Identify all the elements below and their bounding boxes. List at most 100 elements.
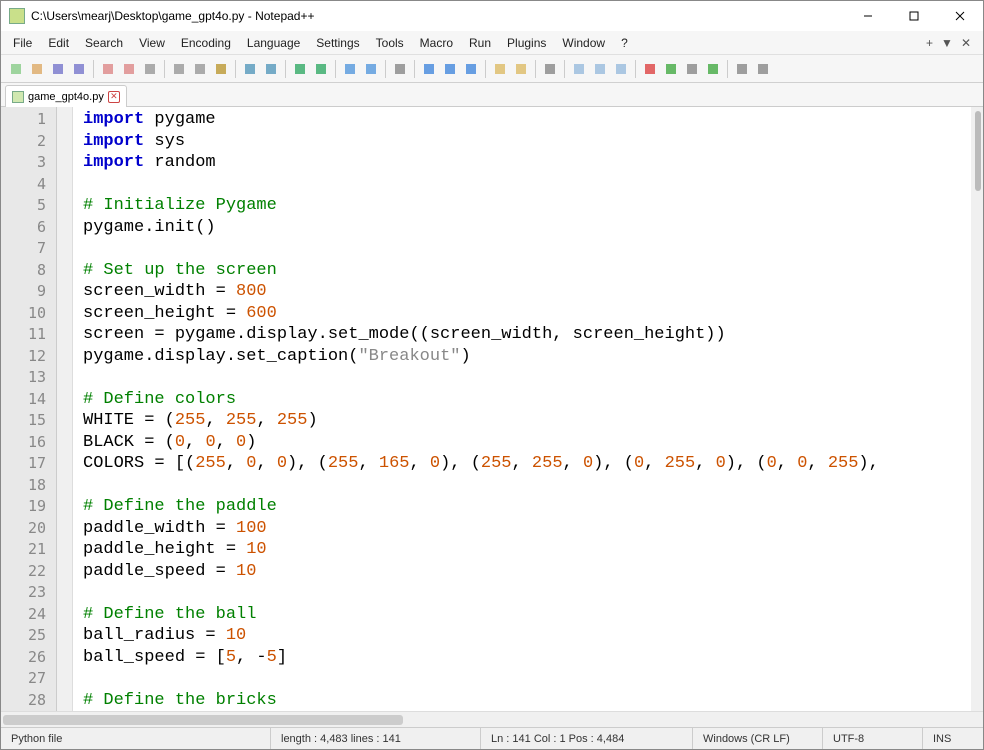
menu-tools[interactable]: Tools bbox=[368, 32, 412, 54]
line-number: 20 bbox=[1, 518, 56, 540]
toolbar-cut-icon[interactable] bbox=[170, 60, 188, 78]
code-line[interactable]: WHITE = (255, 255, 255) bbox=[83, 410, 983, 432]
code-line[interactable]: paddle_height = 10 bbox=[83, 539, 983, 561]
code-area[interactable]: import pygameimport sysimport random # I… bbox=[73, 107, 983, 711]
toolbar-func1-icon[interactable] bbox=[570, 60, 588, 78]
toolbar-x1-icon[interactable] bbox=[733, 60, 751, 78]
menu-macro[interactable]: Macro bbox=[412, 32, 461, 54]
code-line[interactable]: # Define colors bbox=[83, 389, 983, 411]
code-line[interactable]: screen_width = 800 bbox=[83, 281, 983, 303]
toolbar-zoomin-icon[interactable] bbox=[341, 60, 359, 78]
menu-encoding[interactable]: Encoding bbox=[173, 32, 239, 54]
small-close-icon[interactable]: ✕ bbox=[961, 36, 971, 50]
code-line[interactable]: paddle_width = 100 bbox=[83, 518, 983, 540]
vertical-scrollbar[interactable] bbox=[971, 107, 983, 711]
toolbar-print-icon[interactable] bbox=[141, 60, 159, 78]
vertical-scrollbar-thumb[interactable] bbox=[975, 111, 981, 191]
menu-plugins[interactable]: Plugins bbox=[499, 32, 554, 54]
line-number: 4 bbox=[1, 174, 56, 196]
menu-language[interactable]: Language bbox=[239, 32, 308, 54]
code-line[interactable]: import pygame bbox=[83, 109, 983, 131]
toolbar-separator bbox=[164, 60, 165, 78]
toolbar-showchars-icon[interactable] bbox=[541, 60, 559, 78]
menu-file[interactable]: File bbox=[5, 32, 40, 54]
toolbar-stop-icon[interactable] bbox=[683, 60, 701, 78]
menu-window[interactable]: Window bbox=[554, 32, 613, 54]
toolbar-undo-icon[interactable] bbox=[241, 60, 259, 78]
code-line[interactable] bbox=[83, 367, 983, 389]
toolbar-separator bbox=[485, 60, 486, 78]
code-line[interactable]: import random bbox=[83, 152, 983, 174]
file-tab[interactable]: game_gpt4o.py ✕ bbox=[5, 85, 127, 107]
toolbar-redo-icon[interactable] bbox=[262, 60, 280, 78]
toolbar-paste-icon[interactable] bbox=[212, 60, 230, 78]
toolbar-separator bbox=[93, 60, 94, 78]
toolbar-func3-icon[interactable] bbox=[612, 60, 630, 78]
code-line[interactable]: paddle_speed = 10 bbox=[83, 561, 983, 583]
toolbar-unfoldall-icon[interactable] bbox=[512, 60, 530, 78]
tab-close-icon[interactable]: ✕ bbox=[108, 91, 120, 103]
menu-run[interactable]: Run bbox=[461, 32, 499, 54]
toolbar-foldall-icon[interactable] bbox=[491, 60, 509, 78]
toolbar-closeall-icon[interactable] bbox=[120, 60, 138, 78]
new-doc-plus-icon[interactable]: + bbox=[926, 36, 933, 50]
toolbar-close-icon[interactable] bbox=[99, 60, 117, 78]
line-number: 22 bbox=[1, 561, 56, 583]
dropdown-triangle-icon[interactable]: ▼ bbox=[941, 36, 953, 50]
line-number: 28 bbox=[1, 690, 56, 712]
toolbar-play-icon[interactable] bbox=[662, 60, 680, 78]
menu-view[interactable]: View bbox=[131, 32, 173, 54]
menu-help[interactable]: ? bbox=[613, 32, 636, 54]
toolbar-copy-icon[interactable] bbox=[191, 60, 209, 78]
close-button[interactable] bbox=[937, 1, 983, 31]
toolbar-func2-icon[interactable] bbox=[591, 60, 609, 78]
toolbar-allchars-icon[interactable] bbox=[441, 60, 459, 78]
code-line[interactable] bbox=[83, 174, 983, 196]
code-line[interactable]: # Initialize Pygame bbox=[83, 195, 983, 217]
code-line[interactable]: pygame.display.set_caption("Breakout") bbox=[83, 346, 983, 368]
code-line[interactable]: screen = pygame.display.set_mode((screen… bbox=[83, 324, 983, 346]
code-line[interactable]: # Define the paddle bbox=[83, 496, 983, 518]
code-line[interactable]: # Define the bricks bbox=[83, 690, 983, 712]
line-number: 1 bbox=[1, 109, 56, 131]
toolbar-rec-icon[interactable] bbox=[641, 60, 659, 78]
toolbar-sync-icon[interactable] bbox=[391, 60, 409, 78]
toolbar-find-icon[interactable] bbox=[291, 60, 309, 78]
code-line[interactable]: import sys bbox=[83, 131, 983, 153]
menu-settings[interactable]: Settings bbox=[308, 32, 367, 54]
code-line[interactable]: pygame.init() bbox=[83, 217, 983, 239]
toolbar-x2-icon[interactable] bbox=[754, 60, 772, 78]
code-line[interactable]: COLORS = [(255, 0, 0), (255, 165, 0), (2… bbox=[83, 453, 983, 475]
maximize-button[interactable] bbox=[891, 1, 937, 31]
horizontal-scrollbar-thumb[interactable] bbox=[3, 715, 403, 725]
code-line[interactable]: # Set up the screen bbox=[83, 260, 983, 282]
fold-margin[interactable] bbox=[57, 107, 73, 711]
minimize-button[interactable] bbox=[845, 1, 891, 31]
toolbar-replace-icon[interactable] bbox=[312, 60, 330, 78]
toolbar-playrec-icon[interactable] bbox=[704, 60, 722, 78]
code-line[interactable] bbox=[83, 475, 983, 497]
line-number: 8 bbox=[1, 260, 56, 282]
code-line[interactable] bbox=[83, 668, 983, 690]
menu-search[interactable]: Search bbox=[77, 32, 131, 54]
menu-edit[interactable]: Edit bbox=[40, 32, 77, 54]
code-line[interactable]: ball_radius = 10 bbox=[83, 625, 983, 647]
code-line[interactable]: BLACK = (0, 0, 0) bbox=[83, 432, 983, 454]
status-encoding: UTF-8 bbox=[823, 728, 923, 749]
code-line[interactable]: screen_height = 600 bbox=[83, 303, 983, 325]
toolbar-separator bbox=[235, 60, 236, 78]
toolbar-indent-icon[interactable] bbox=[462, 60, 480, 78]
toolbar-save-icon[interactable] bbox=[49, 60, 67, 78]
toolbar-open-icon[interactable] bbox=[28, 60, 46, 78]
status-filetype: Python file bbox=[1, 728, 271, 749]
code-line[interactable] bbox=[83, 238, 983, 260]
code-line[interactable]: ball_speed = [5, -5] bbox=[83, 647, 983, 669]
toolbar-wordwrap-icon[interactable] bbox=[420, 60, 438, 78]
toolbar-saveall-icon[interactable] bbox=[70, 60, 88, 78]
toolbar-zoomout-icon[interactable] bbox=[362, 60, 380, 78]
horizontal-scrollbar[interactable] bbox=[1, 711, 983, 727]
code-line[interactable]: # Define the ball bbox=[83, 604, 983, 626]
toolbar-new-icon[interactable] bbox=[7, 60, 25, 78]
line-number: 21 bbox=[1, 539, 56, 561]
code-line[interactable] bbox=[83, 582, 983, 604]
